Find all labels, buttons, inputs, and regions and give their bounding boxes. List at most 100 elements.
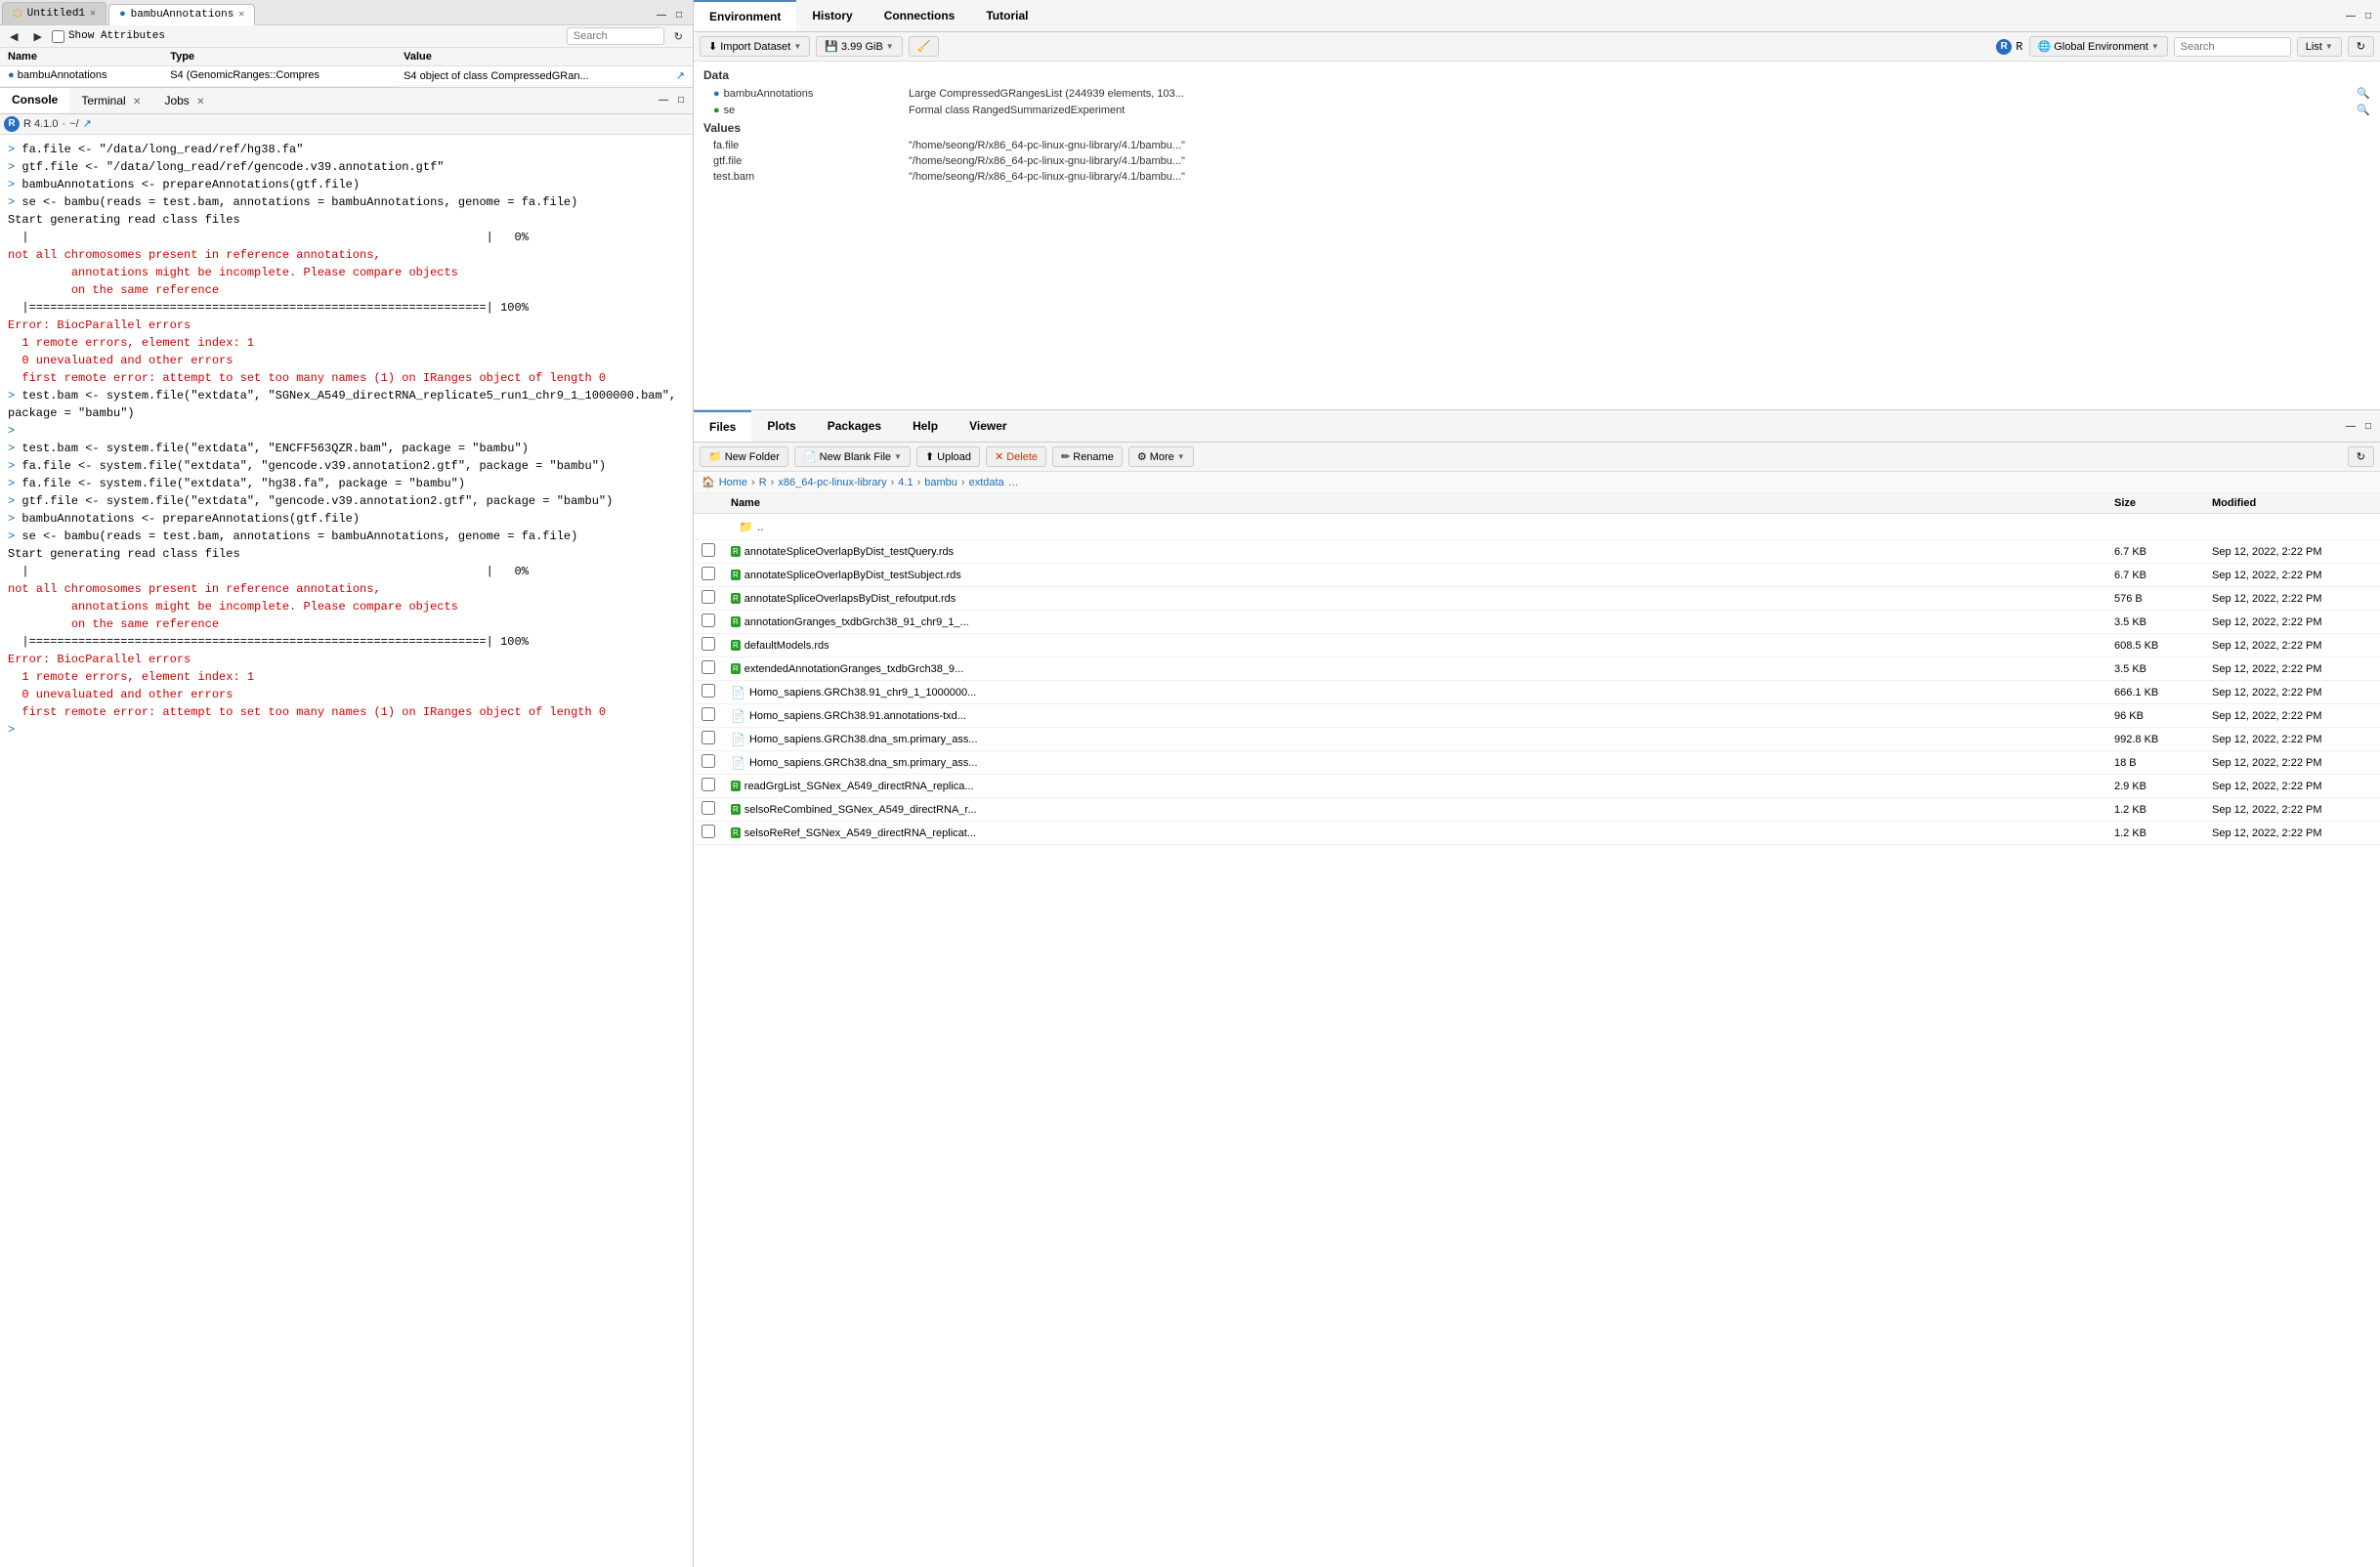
rename-btn[interactable]: ✏ Rename	[1052, 446, 1123, 467]
breadcrumb-lib[interactable]: x86_64-pc-linux-library	[778, 477, 886, 488]
file-name-cell[interactable]: 📄 Homo_sapiens.GRCh38.91_chr9_1_1000000.…	[723, 681, 2106, 704]
file-checkbox-cell[interactable]	[694, 822, 723, 845]
env-values-row[interactable]: gtf.file "/home/seong/R/x86_64-pc-linux-…	[694, 153, 2380, 169]
file-name-cell[interactable]: R annotationGranges_txdbGrch38_91_chr9_1…	[723, 611, 2106, 634]
file-checkbox[interactable]	[701, 731, 715, 744]
memory-btn[interactable]: 💾 3.99 GiB ▼	[816, 36, 902, 57]
file-checkbox-cell[interactable]	[694, 681, 723, 704]
file-name-cell[interactable]: R annotateSpliceOverlapByDist_testSubjec…	[723, 564, 2106, 587]
file-checkbox-cell[interactable]	[694, 634, 723, 657]
terminal-close-icon[interactable]: ✕	[133, 97, 141, 107]
env-minimize-btn[interactable]: —	[2343, 8, 2359, 23]
upload-btn[interactable]: ⬆ Upload	[916, 446, 980, 467]
file-checkbox[interactable]	[701, 590, 715, 604]
console-output[interactable]: > fa.file <- "/data/long_read/ref/hg38.f…	[0, 135, 693, 1567]
breadcrumb-bambu[interactable]: bambu	[924, 477, 957, 488]
env-refresh-btn[interactable]: ↻	[2348, 36, 2374, 57]
file-name-cell[interactable]: 📄 Homo_sapiens.GRCh38.dna_sm.primary_ass…	[723, 751, 2106, 775]
breadcrumb-home[interactable]: Home	[719, 477, 747, 488]
col-size[interactable]: Size	[2106, 493, 2204, 514]
file-checkbox[interactable]	[701, 684, 715, 698]
var-search-input[interactable]	[567, 27, 664, 45]
file-name-cell[interactable]: 📄 Homo_sapiens.GRCh38.91.annotations-txd…	[723, 704, 2106, 728]
tab-untitled1[interactable]: ⬡ Untitled1 ✕	[2, 2, 106, 24]
file-checkbox[interactable]	[701, 660, 715, 674]
table-row-updir[interactable]: 📁 ..	[694, 514, 2380, 540]
file-checkbox[interactable]	[701, 567, 715, 580]
tab-tutorial[interactable]: Tutorial	[970, 1, 1043, 30]
env-data-row[interactable]: ● bambuAnnotations Large CompressedGRang…	[694, 85, 2380, 102]
table-row[interactable]: 📄 Homo_sapiens.GRCh38.dna_sm.primary_ass…	[694, 751, 2380, 775]
file-name-cell[interactable]: R selsoReRef_SGNex_A549_directRNA_replic…	[723, 822, 2106, 845]
table-row[interactable]: R annotateSpliceOverlapsByDist_refoutput…	[694, 587, 2380, 611]
more-btn[interactable]: ⚙ More ▼	[1128, 446, 1194, 467]
global-env-btn[interactable]: 🌐 Global Environment ▼	[2029, 36, 2168, 57]
table-row[interactable]: R readGrgList_SGNex_A549_directRNA_repli…	[694, 775, 2380, 798]
tab-bambu-close[interactable]: ✕	[238, 9, 244, 21]
file-checkbox-cell[interactable]	[694, 728, 723, 751]
file-checkbox[interactable]	[701, 637, 715, 651]
file-checkbox[interactable]	[701, 801, 715, 815]
tab-connections[interactable]: Connections	[869, 1, 971, 30]
breadcrumb-extdata[interactable]: extdata	[969, 477, 1004, 488]
files-maximize-btn[interactable]: □	[2360, 418, 2376, 434]
broom-btn[interactable]: 🧹	[909, 36, 940, 57]
file-checkbox-cell[interactable]	[694, 540, 723, 564]
file-checkbox-cell[interactable]	[694, 704, 723, 728]
file-name-cell[interactable]: R readGrgList_SGNex_A549_directRNA_repli…	[723, 775, 2106, 798]
file-name-cell[interactable]: R annotateSpliceOverlapByDist_testQuery.…	[723, 540, 2106, 564]
tab-history[interactable]: History	[796, 1, 868, 30]
tab-bambuannotations[interactable]: ● bambuAnnotations ✕	[108, 4, 255, 25]
table-row[interactable]: R selsoReRef_SGNex_A549_directRNA_replic…	[694, 822, 2380, 845]
var-open-btn[interactable]: ↗	[676, 69, 685, 82]
file-checkbox-cell[interactable]	[694, 611, 723, 634]
console-minimize-btn[interactable]: —	[656, 93, 671, 108]
new-folder-btn[interactable]: 📁 New Folder	[700, 446, 788, 467]
tab-plots[interactable]: Plots	[751, 411, 811, 441]
show-attrs-toggle[interactable]: Show Attributes	[52, 30, 165, 43]
tab-console[interactable]: Console	[0, 88, 69, 113]
file-checkbox-cell[interactable]	[694, 775, 723, 798]
file-checkbox-cell[interactable]	[694, 564, 723, 587]
updir-cell[interactable]: 📁 ..	[723, 514, 2380, 540]
editor-maximize-btn[interactable]: □	[671, 7, 687, 22]
file-checkbox[interactable]	[701, 614, 715, 627]
var-forward-btn[interactable]: ▶	[27, 28, 47, 45]
table-row[interactable]: R annotateSpliceOverlapByDist_testSubjec…	[694, 564, 2380, 587]
env-search-icon[interactable]: 🔍	[2357, 87, 2370, 100]
file-checkbox[interactable]	[701, 825, 715, 838]
file-name-cell[interactable]: R defaultModels.rds	[723, 634, 2106, 657]
table-row[interactable]: R extendedAnnotationGranges_txdbGrch38_9…	[694, 657, 2380, 681]
breadcrumb-more[interactable]: …	[1008, 477, 1019, 488]
env-data-row[interactable]: ● se Formal class RangedSummarizedExperi…	[694, 102, 2380, 118]
tab-files[interactable]: Files	[694, 410, 751, 442]
r-workdir-link[interactable]: ↗	[83, 117, 92, 130]
var-table-row[interactable]: ● bambuAnnotations S4 (GenomicRanges::Co…	[0, 66, 693, 87]
tab-environment[interactable]: Environment	[694, 0, 796, 31]
show-attrs-checkbox[interactable]	[52, 30, 64, 43]
file-checkbox-cell[interactable]	[694, 657, 723, 681]
file-checkbox-cell[interactable]	[694, 798, 723, 822]
env-values-row[interactable]: fa.file "/home/seong/R/x86_64-pc-linux-g…	[694, 138, 2380, 153]
new-blank-file-btn[interactable]: 📄 New Blank File ▼	[794, 446, 911, 467]
breadcrumb-r[interactable]: R	[759, 477, 767, 488]
env-maximize-btn[interactable]: □	[2360, 8, 2376, 23]
var-refresh-btn[interactable]: ↻	[668, 28, 689, 45]
table-row[interactable]: R selsoReCombined_SGNex_A549_directRNA_r…	[694, 798, 2380, 822]
var-back-btn[interactable]: ◀	[4, 28, 23, 45]
tab-viewer[interactable]: Viewer	[954, 411, 1022, 441]
env-values-row[interactable]: test.bam "/home/seong/R/x86_64-pc-linux-…	[694, 169, 2380, 185]
table-row[interactable]: R annotateSpliceOverlapByDist_testQuery.…	[694, 540, 2380, 564]
table-row[interactable]: R defaultModels.rds 608.5 KB Sep 12, 202…	[694, 634, 2380, 657]
file-name-cell[interactable]: R annotateSpliceOverlapsByDist_refoutput…	[723, 587, 2106, 611]
editor-minimize-btn[interactable]: —	[654, 7, 669, 22]
env-search-icon[interactable]: 🔍	[2357, 104, 2370, 116]
tab-untitled1-close[interactable]: ✕	[90, 8, 96, 20]
col-modified[interactable]: Modified	[2204, 493, 2380, 514]
tab-jobs[interactable]: Jobs ✕	[152, 89, 216, 112]
file-checkbox[interactable]	[701, 778, 715, 791]
breadcrumb-version[interactable]: 4.1	[898, 477, 913, 488]
import-dataset-btn[interactable]: ⬇ Import Dataset ▼	[700, 36, 810, 57]
table-row[interactable]: 📄 Homo_sapiens.GRCh38.91_chr9_1_1000000.…	[694, 681, 2380, 704]
table-row[interactable]: 📄 Homo_sapiens.GRCh38.91.annotations-txd…	[694, 704, 2380, 728]
